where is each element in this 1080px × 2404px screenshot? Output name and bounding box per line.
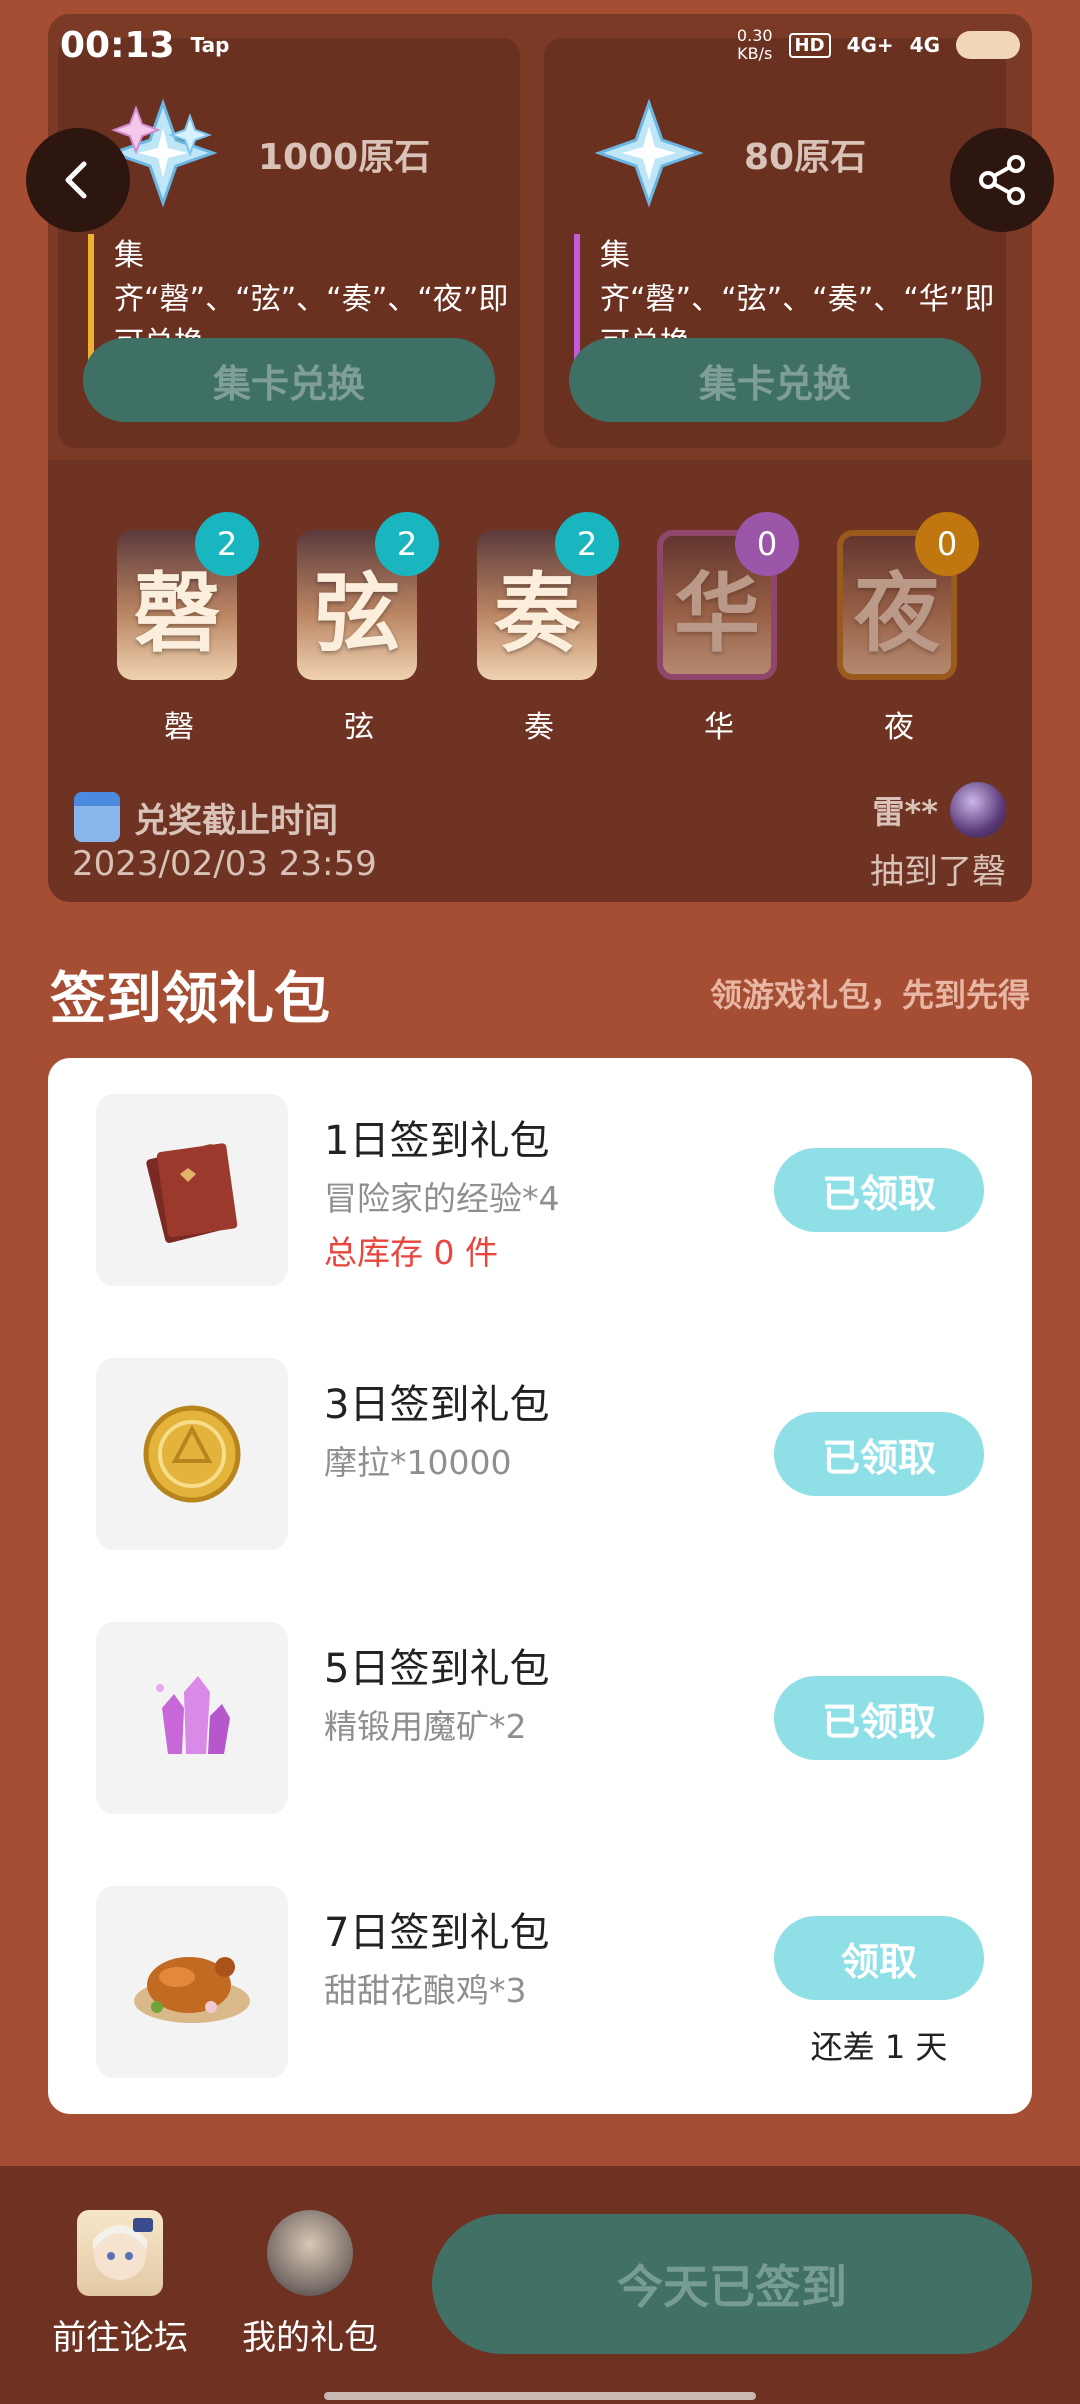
bottom-bar: 前往论坛 我的礼包 今天已签到 (0, 2166, 1080, 2404)
gift-thumbnail (96, 1622, 288, 1814)
gift-thumbnail (96, 1886, 288, 2078)
hd-icon: HD (788, 32, 831, 58)
exchange-reward-title: 1000原石 (258, 137, 431, 178)
claimed-button[interactable]: 已领取 (774, 1676, 984, 1760)
winner-text: 抽到了磬 (870, 852, 1006, 892)
gift-name: 7日签到礼包 (324, 1910, 550, 1956)
my-gifts-label: 我的礼包 (242, 2318, 378, 2358)
exchange-card-1000: 1000原石 集齐“磬”、“弦”、“奏”、“夜”即可兑换 集卡兑换 (58, 38, 520, 448)
gift-description: 精锻用魔矿*2 (324, 1707, 527, 1746)
deadline-label: 兑奖截止时间 (134, 800, 338, 841)
card-label: 夜 (884, 710, 914, 745)
exchange-card-80: 80原石 集齐“磬”、“弦”、“奏”、“华”即可兑换 集卡兑换 (544, 38, 1006, 448)
gift-thumbnail (96, 1094, 288, 1286)
status-time: 00:13 (60, 24, 175, 66)
status-app-tag: Tap (190, 33, 230, 57)
card-hua[interactable]: 华 0 华 (657, 512, 799, 745)
book-icon (146, 1143, 238, 1243)
crystal-icon (156, 1676, 230, 1754)
primogem-icon (594, 98, 704, 208)
gift-item-day3: 3日签到礼包 摩拉*10000 已领取 (48, 1322, 1032, 1562)
card-zou[interactable]: 奏 2 奏 (477, 512, 619, 745)
chevron-left-icon (65, 161, 87, 199)
collect-cards-panel: 1000原石 集齐“磬”、“弦”、“奏”、“夜”即可兑换 集卡兑换 80原石 集… (48, 14, 1032, 902)
card-label: 华 (704, 710, 734, 745)
gift-stock: 总库存 0 件 (324, 1233, 498, 1272)
gift-list: 1日签到礼包 冒险家的经验*4 总库存 0 件 已领取 3日签到礼包 摩拉*10… (48, 1058, 1032, 2114)
gift-description: 冒险家的经验*4 (324, 1179, 560, 1218)
home-indicator[interactable] (324, 2392, 756, 2400)
forum-avatar-icon (77, 2210, 163, 2296)
deadline-date: 2023/02/03 23:59 (72, 844, 377, 884)
battery-icon (956, 31, 1020, 59)
card-collection: 磬 2 磬 弦 2 弦 奏 2 奏 华 0 华 夜 0 夜 (48, 512, 1032, 745)
signed-in-today-button[interactable]: 今天已签到 (432, 2214, 1032, 2354)
gift-name: 5日签到礼包 (324, 1646, 550, 1692)
card-count-badge: 2 (195, 512, 259, 576)
forum-label: 前往论坛 (52, 2318, 188, 2358)
gift-item-day5: 5日签到礼包 精锻用魔矿*2 已领取 (48, 1586, 1032, 1826)
gift-item-day1: 1日签到礼包 冒险家的经验*4 总库存 0 件 已领取 (48, 1058, 1032, 1298)
winner-name: 雷** (872, 793, 938, 831)
card-label: 弦 (344, 710, 374, 745)
status-icons: 0.30 KB/s HD 4G+ 4G (737, 27, 1020, 63)
gift-description: 摩拉*10000 (324, 1443, 512, 1482)
status-bar: 00:13 Tap 0.30 KB/s HD 4G+ 4G (0, 0, 1080, 90)
card-count-badge: 0 (735, 512, 799, 576)
calendar-icon (74, 792, 120, 842)
gift-thumbnail (96, 1358, 288, 1550)
goto-forum-button[interactable]: 前往论坛 (30, 2210, 210, 2359)
card-ye[interactable]: 夜 0 夜 (837, 512, 979, 745)
exchange-reward-title: 80原石 (744, 137, 867, 178)
signal-4g-plus-icon: 4G+ (846, 33, 894, 57)
card-xian[interactable]: 弦 2 弦 (297, 512, 439, 745)
deadline-header: 兑奖截止时间 (74, 792, 338, 842)
card-qing[interactable]: 磬 2 磬 (117, 512, 259, 745)
collect-exchange-button[interactable]: 集卡兑换 (83, 338, 495, 422)
days-remaining-note: 还差 1 天 (810, 2028, 948, 2066)
winner-avatar (950, 782, 1006, 838)
roast-chicken-icon (134, 1957, 250, 2023)
gift-name: 1日签到礼包 (324, 1118, 550, 1164)
signin-section-subtitle: 领游戏礼包，先到先得 (709, 976, 1030, 1014)
card-label: 奏 (524, 710, 554, 745)
gift-avatar-icon (267, 2210, 353, 2296)
card-label: 磬 (164, 710, 194, 745)
card-count-badge: 0 (915, 512, 979, 576)
back-button[interactable] (26, 128, 130, 232)
collect-exchange-button[interactable]: 集卡兑换 (569, 338, 981, 422)
card-count-badge: 2 (375, 512, 439, 576)
claim-button[interactable]: 领取 (774, 1916, 984, 2000)
signin-section-title: 签到领礼包 (50, 967, 330, 1032)
share-button[interactable] (950, 128, 1054, 232)
claimed-button[interactable]: 已领取 (774, 1412, 984, 1496)
claimed-button[interactable]: 已领取 (774, 1148, 984, 1232)
my-gifts-button[interactable]: 我的礼包 (220, 2210, 400, 2359)
network-speed: 0.30 KB/s (736, 26, 773, 63)
signal-4g-icon: 4G (909, 33, 940, 57)
share-icon (979, 155, 1025, 205)
gift-description: 甜甜花酿鸡*3 (324, 1971, 527, 2010)
gift-name: 3日签到礼包 (324, 1382, 550, 1428)
winner-info: 雷** (873, 782, 1006, 838)
card-count-badge: 2 (555, 512, 619, 576)
coin-icon (143, 1405, 241, 1503)
gift-item-day7: 7日签到礼包 甜甜花酿鸡*3 领取 还差 1 天 (48, 1850, 1032, 2090)
